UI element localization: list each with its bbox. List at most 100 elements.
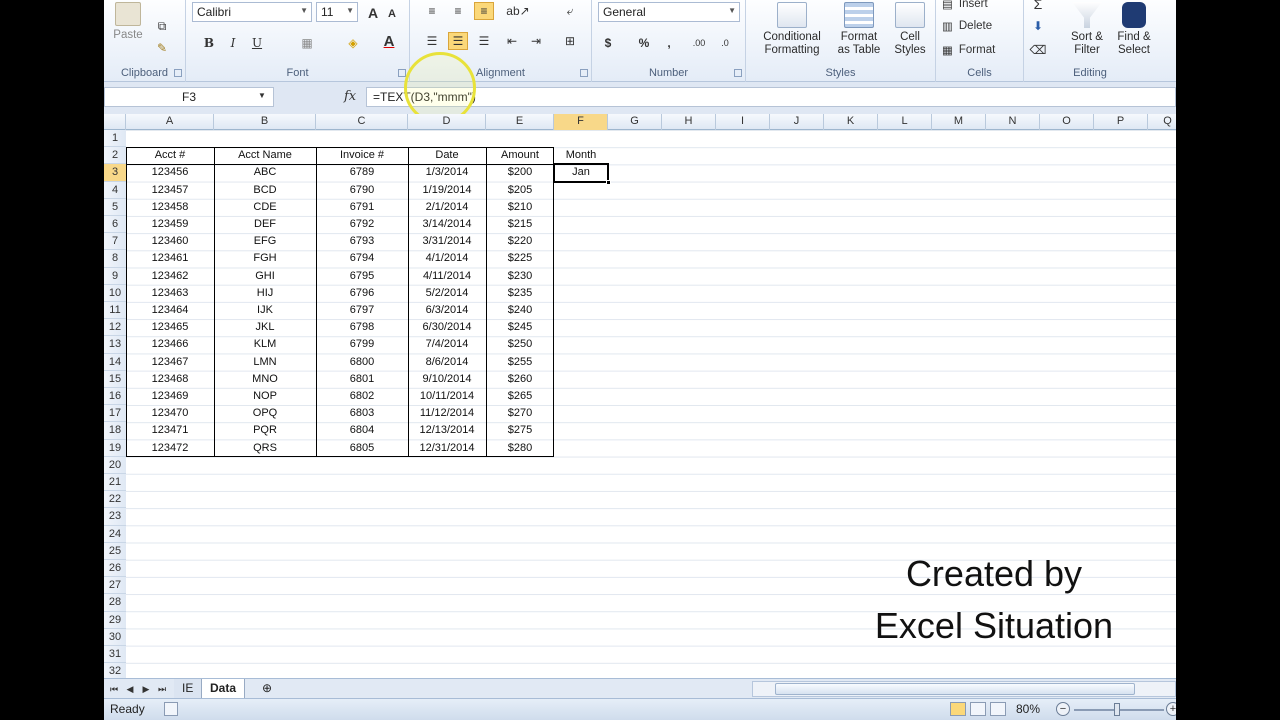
- sort-filter-button[interactable]: Sort & Filter: [1062, 0, 1112, 57]
- row-header[interactable]: 3: [104, 164, 126, 182]
- table-cell[interactable]: 6790: [316, 182, 408, 199]
- underline-button[interactable]: U: [248, 34, 266, 52]
- conditional-formatting-button[interactable]: Conditional Formatting: [752, 0, 832, 57]
- table-cell[interactable]: HIJ: [214, 285, 316, 302]
- table-cell[interactable]: IJK: [214, 302, 316, 319]
- italic-button[interactable]: I: [224, 34, 242, 52]
- align-left-icon[interactable]: ☰: [422, 32, 442, 50]
- column-header[interactable]: O: [1040, 114, 1094, 130]
- table-cell[interactable]: $235: [486, 285, 554, 302]
- table-header-cell[interactable]: Date: [408, 147, 486, 164]
- decrease-indent-icon[interactable]: ⇤: [502, 32, 522, 50]
- row-header[interactable]: 5: [104, 198, 126, 216]
- table-cell[interactable]: 123458: [126, 199, 214, 216]
- row-header[interactable]: 17: [104, 405, 126, 423]
- align-center-icon[interactable]: ☰: [448, 32, 468, 50]
- column-header[interactable]: F: [554, 114, 608, 130]
- table-cell[interactable]: $230: [486, 268, 554, 285]
- row-header[interactable]: 14: [104, 353, 126, 371]
- row-header[interactable]: 23: [104, 508, 126, 526]
- table-cell[interactable]: LMN: [214, 354, 316, 371]
- row-header[interactable]: 21: [104, 474, 126, 492]
- column-header[interactable]: K: [824, 114, 878, 130]
- table-cell[interactable]: BCD: [214, 182, 316, 199]
- table-cell[interactable]: 5/2/2014: [408, 285, 486, 302]
- table-header-cell[interactable]: Acct Name: [214, 147, 316, 164]
- table-header-cell[interactable]: Acct #: [126, 147, 214, 164]
- column-header[interactable]: I: [716, 114, 770, 130]
- align-top-icon[interactable]: ≡: [422, 2, 442, 20]
- table-cell[interactable]: 9/10/2014: [408, 371, 486, 388]
- merge-center-icon[interactable]: ⊞: [560, 32, 580, 50]
- row-header[interactable]: 19: [104, 439, 126, 457]
- table-cell[interactable]: NOP: [214, 388, 316, 405]
- table-cell[interactable]: 3/31/2014: [408, 233, 486, 250]
- horizontal-scrollbar[interactable]: [752, 681, 1176, 697]
- table-cell[interactable]: $280: [486, 440, 554, 457]
- table-cell[interactable]: EFG: [214, 233, 316, 250]
- copy-icon[interactable]: ⧉: [154, 18, 170, 34]
- table-cell[interactable]: QRS: [214, 440, 316, 457]
- table-cell[interactable]: OPQ: [214, 405, 316, 422]
- table-cell[interactable]: 6792: [316, 216, 408, 233]
- zoom-in-button[interactable]: +: [1166, 702, 1176, 716]
- table-cell[interactable]: 6794: [316, 250, 408, 267]
- increase-indent-icon[interactable]: ⇥: [526, 32, 546, 50]
- zoom-slider-thumb[interactable]: [1114, 703, 1120, 716]
- table-cell[interactable]: MNO: [214, 371, 316, 388]
- align-middle-icon[interactable]: ≡: [448, 2, 468, 20]
- insert-button[interactable]: ▤ Insert: [942, 0, 1016, 12]
- table-cell[interactable]: $200: [486, 164, 554, 181]
- autosum-button[interactable]: Σ: [1030, 0, 1046, 12]
- table-cell[interactable]: $240: [486, 302, 554, 319]
- column-header[interactable]: D: [408, 114, 486, 130]
- table-cell[interactable]: 123461: [126, 250, 214, 267]
- table-cell[interactable]: 6/3/2014: [408, 302, 486, 319]
- month-value-cell[interactable]: Jan: [554, 164, 608, 180]
- table-cell[interactable]: 1/19/2014: [408, 182, 486, 199]
- row-header[interactable]: 27: [104, 577, 126, 595]
- row-header[interactable]: 11: [104, 302, 126, 320]
- table-cell[interactable]: 8/6/2014: [408, 354, 486, 371]
- column-header[interactable]: J: [770, 114, 824, 130]
- column-header[interactable]: G: [608, 114, 662, 130]
- zoom-out-button[interactable]: −: [1056, 702, 1070, 716]
- column-header[interactable]: E: [486, 114, 554, 130]
- column-header[interactable]: N: [986, 114, 1040, 130]
- borders-icon[interactable]: ▦: [298, 34, 316, 52]
- table-cell[interactable]: $275: [486, 422, 554, 439]
- table-cell[interactable]: $220: [486, 233, 554, 250]
- row-header[interactable]: 9: [104, 267, 126, 285]
- format-painter-icon[interactable]: ✎: [154, 40, 170, 56]
- table-cell[interactable]: 7/4/2014: [408, 336, 486, 353]
- table-cell[interactable]: $265: [486, 388, 554, 405]
- currency-button[interactable]: $: [600, 34, 616, 52]
- table-cell[interactable]: 123472: [126, 440, 214, 457]
- table-cell[interactable]: $255: [486, 354, 554, 371]
- prev-sheet-icon[interactable]: ◀: [124, 682, 136, 696]
- table-cell[interactable]: FGH: [214, 250, 316, 267]
- row-header[interactable]: 26: [104, 560, 126, 578]
- table-cell[interactable]: 6803: [316, 405, 408, 422]
- font-name-select[interactable]: Calibri ▼: [192, 2, 312, 22]
- column-header[interactable]: C: [316, 114, 408, 130]
- number-format-select[interactable]: General ▼: [598, 2, 740, 22]
- wrap-text-icon[interactable]: ⤶: [560, 2, 580, 20]
- grow-font-icon[interactable]: A: [364, 4, 382, 22]
- table-cell[interactable]: 6799: [316, 336, 408, 353]
- row-header[interactable]: 6: [104, 216, 126, 234]
- normal-view-icon[interactable]: [950, 702, 966, 716]
- table-cell[interactable]: $210: [486, 199, 554, 216]
- row-header[interactable]: 8: [104, 250, 126, 268]
- column-header[interactable]: A: [126, 114, 214, 130]
- row-header[interactable]: 24: [104, 525, 126, 543]
- name-box[interactable]: F3: [104, 87, 274, 107]
- fill-color-icon[interactable]: ◈: [344, 34, 362, 52]
- align-right-icon[interactable]: ☰: [474, 32, 494, 50]
- column-header[interactable]: Q: [1148, 114, 1176, 130]
- column-header[interactable]: B: [214, 114, 316, 130]
- number-launcher-icon[interactable]: [734, 69, 742, 77]
- table-cell[interactable]: $260: [486, 371, 554, 388]
- format-as-table-button[interactable]: Format as Table: [834, 0, 884, 57]
- table-cell[interactable]: 123465: [126, 319, 214, 336]
